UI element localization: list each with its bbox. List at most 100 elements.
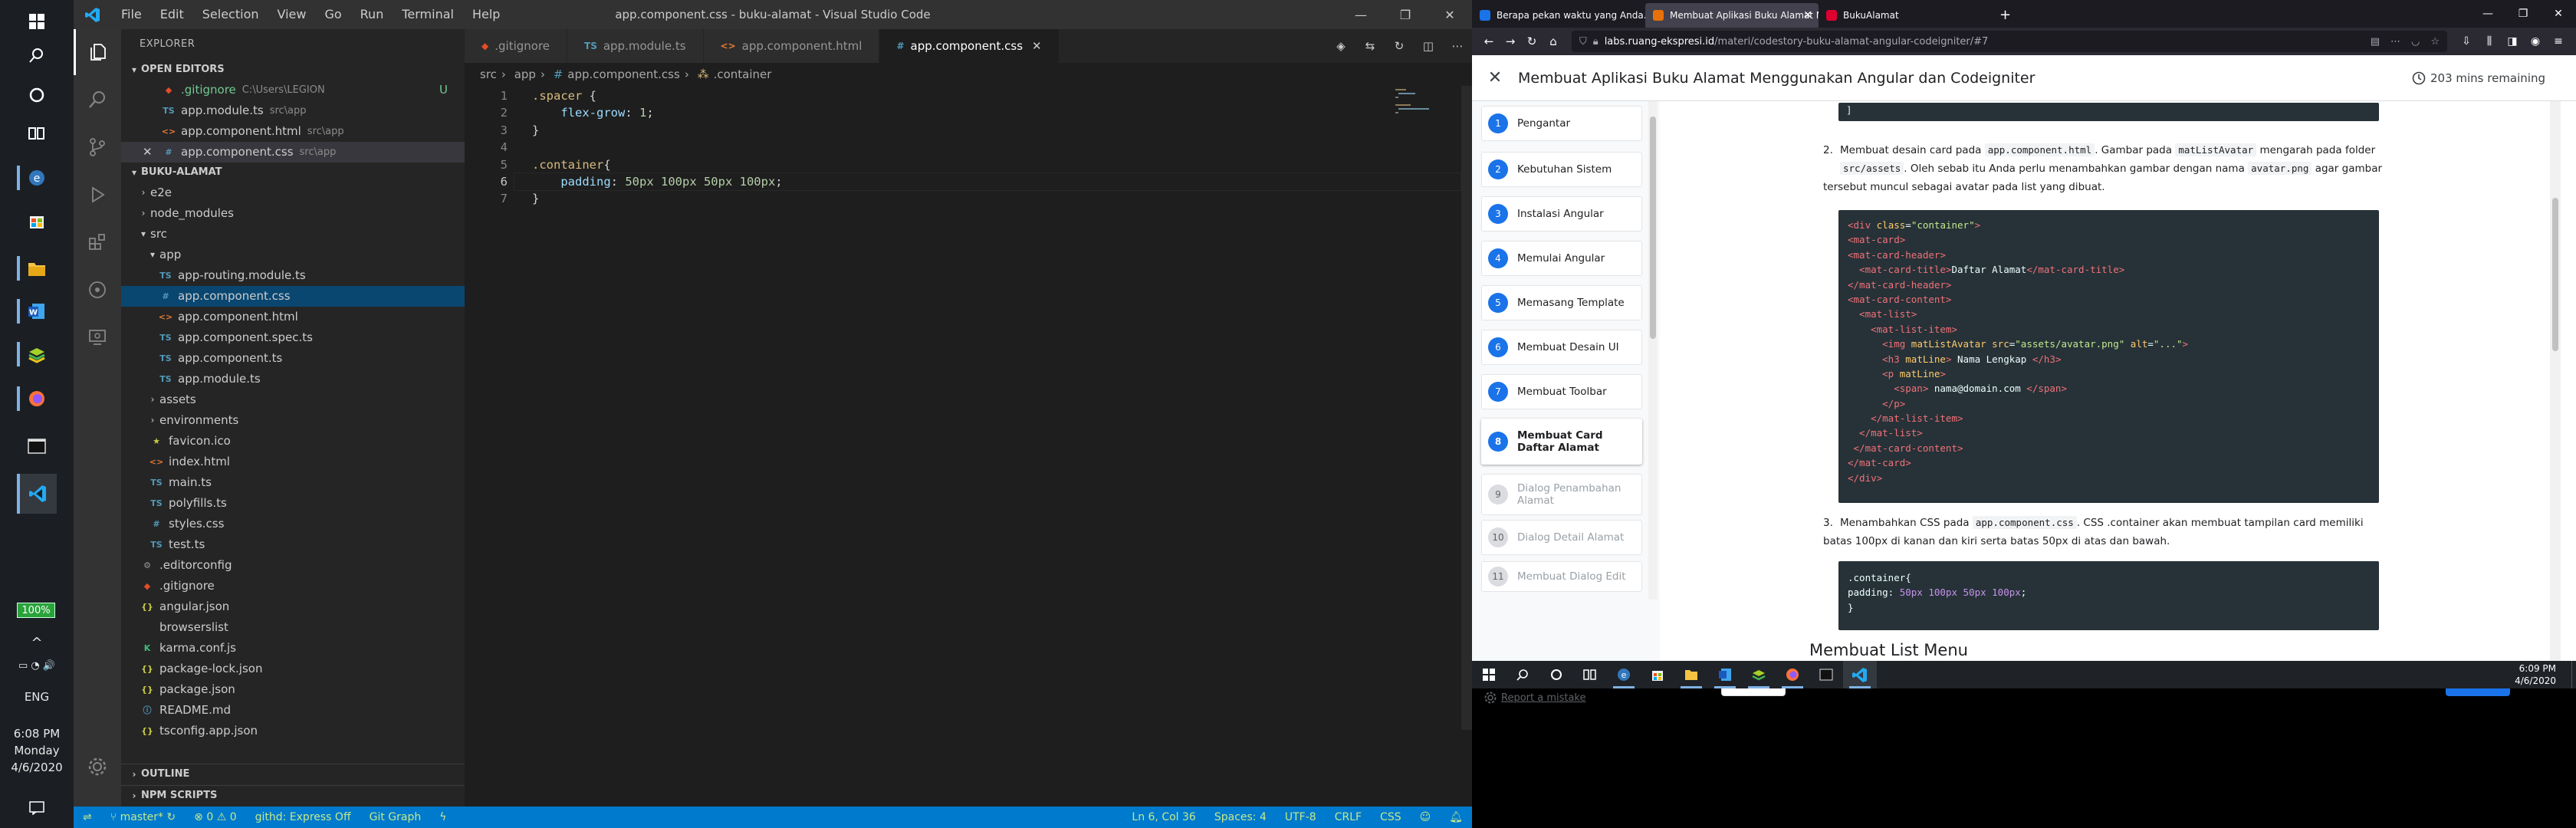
new-tab-button[interactable]: +	[1992, 3, 2019, 28]
tab-app-module[interactable]: TS app.module.ts	[567, 29, 704, 63]
githd-indicator[interactable]: githd: Express Off	[246, 811, 360, 823]
problems-indicator[interactable]: ⊗ 0 ⚠ 0	[185, 811, 245, 823]
firefox-icon[interactable]	[1776, 661, 1809, 688]
code-line[interactable]: flex-grow: 1;	[532, 106, 653, 120]
tree-file[interactable]: ★ favicon.ico	[121, 431, 465, 452]
shield-icon[interactable]: ⛉	[1579, 36, 1587, 48]
open-editor-item[interactable]: TS app.module.ts src\app	[121, 100, 465, 121]
restore-button[interactable]: ❐	[2505, 0, 2541, 28]
git-graph-status[interactable]: Git Graph	[360, 811, 431, 823]
explorer-icon[interactable]	[74, 29, 121, 75]
source-control-icon[interactable]	[74, 124, 121, 170]
account-icon[interactable]: ◉	[2524, 35, 2547, 48]
tree-file[interactable]: {} package.json	[121, 679, 465, 700]
tree-file[interactable]: {} package-lock.json	[121, 659, 465, 679]
store-icon[interactable]	[17, 201, 57, 241]
back-arrow-icon[interactable]: ←	[1478, 34, 1500, 48]
encoding[interactable]: UTF-8	[1276, 811, 1326, 823]
vscode-taskbar-icon[interactable]	[17, 474, 57, 514]
browser-tab[interactable]: Berapa pekan waktu yang Anda...	[1472, 3, 1645, 28]
tree-file[interactable]: Kkarma.conf.js	[121, 638, 465, 659]
breadcrumb-item[interactable]: .container	[714, 67, 772, 81]
bluestacks-icon[interactable]	[17, 334, 57, 374]
search-icon[interactable]	[1506, 661, 1539, 688]
tree-file[interactable]: TS test.ts	[121, 534, 465, 555]
compare-icon[interactable]: ⇆	[1355, 39, 1385, 53]
language-mode[interactable]: CSS	[1371, 811, 1411, 823]
sidebar-icon[interactable]: ◨	[2501, 35, 2524, 48]
remote-indicator[interactable]: ⇌	[74, 811, 101, 823]
minimap[interactable]	[1388, 86, 1472, 132]
browser-tab[interactable]: BukuAlamat	[1819, 3, 1992, 28]
npm-scripts-section[interactable]: › NPM SCRIPTS	[121, 785, 465, 805]
reader-view-icon[interactable]: ▤	[2371, 36, 2380, 48]
tree-file[interactable]: <> app.component.html	[121, 307, 465, 327]
remote-explorer-icon[interactable]	[74, 314, 121, 360]
downloads-icon[interactable]: ⇩	[2455, 35, 2478, 48]
firefox-icon[interactable]	[17, 379, 57, 419]
tree-file[interactable]: TS app-routing.module.ts	[121, 265, 465, 286]
outline-section[interactable]: › OUTLINE	[121, 764, 465, 784]
code-line[interactable]: }	[532, 123, 539, 137]
git-graph-icon[interactable]: ◈	[1326, 39, 1355, 53]
code-line[interactable]: .spacer {	[532, 89, 596, 103]
code-line[interactable]: }	[532, 192, 539, 205]
cortana-icon[interactable]	[1539, 661, 1573, 688]
toc-item-2[interactable]: 2 Kebutuhan Sistem	[1481, 152, 1642, 187]
tree-folder[interactable]: › assets	[121, 389, 465, 410]
word-icon[interactable]	[1708, 661, 1742, 688]
windows-start-icon[interactable]	[1472, 661, 1506, 688]
menu-selection[interactable]: Selection	[193, 0, 268, 29]
tree-file[interactable]: {} tsconfig.app.json	[121, 721, 465, 741]
search-icon[interactable]	[17, 35, 57, 75]
minimize-button[interactable]: —	[1339, 0, 1383, 29]
vscode-taskbar-icon[interactable]	[1843, 661, 1877, 688]
tree-folder[interactable]: ▾ src	[121, 224, 465, 245]
terminal-icon[interactable]	[1809, 661, 1843, 688]
lightning-icon[interactable]: ϟ	[430, 811, 455, 823]
toc-item-5[interactable]: 5 Memasang Template	[1481, 285, 1642, 320]
bookmark-star-icon[interactable]: ☆	[2430, 36, 2440, 48]
report-mistake-link[interactable]: Report a mistake	[1484, 692, 1586, 704]
lock-icon[interactable]: 🔒︎	[1593, 36, 1598, 48]
open-editor-item[interactable]: ◆ .gitignore C:\Users\LEGION U	[121, 80, 465, 100]
close-lab-icon[interactable]: ✕	[1472, 68, 1518, 87]
page-actions-icon[interactable]: ⋯	[2390, 36, 2400, 48]
word-icon[interactable]: W	[17, 291, 57, 331]
file-explorer-icon[interactable]	[1674, 661, 1708, 688]
tree-file[interactable]: TS polyfills.ts	[121, 493, 465, 514]
terminal-icon[interactable]	[17, 426, 57, 466]
tree-file[interactable]: ◆ .gitignore	[121, 576, 465, 596]
tree-file[interactable]: TS app.module.ts	[121, 369, 465, 389]
tab-gitignore[interactable]: ◆ .gitignore	[465, 29, 568, 63]
tree-file[interactable]: {} angular.json	[121, 596, 465, 617]
tree-folder[interactable]: › e2e	[121, 182, 465, 203]
toc-item-8[interactable]: 8 Membuat Card Daftar Alamat	[1481, 419, 1642, 465]
file-explorer-icon[interactable]	[17, 248, 57, 288]
toc-scrollbar[interactable]	[1648, 101, 1658, 600]
tree-folder[interactable]: ▾ app	[121, 245, 465, 265]
editor-scrollbar[interactable]	[1461, 86, 1472, 730]
notifications-bell-icon[interactable]: 🔔︎	[1440, 811, 1472, 823]
edge-icon[interactable]: e	[17, 158, 57, 198]
menu-edit[interactable]: Edit	[151, 0, 193, 29]
search-view-icon[interactable]	[74, 77, 121, 123]
tree-file[interactable]: ⚙ .editorconfig	[121, 555, 465, 576]
close-button[interactable]: ✕	[1428, 0, 1472, 29]
close-tab-icon[interactable]: ✕	[1032, 39, 1042, 53]
clock-time[interactable]: 6:08 PM	[0, 725, 74, 742]
tree-file[interactable]: TS main.ts	[121, 472, 465, 493]
toc-item-7[interactable]: 7 Membuat Toolbar	[1481, 374, 1642, 409]
show-desktop-button[interactable]	[2571, 661, 2576, 688]
toc-item-6[interactable]: 6 Membuat Desain UI	[1481, 330, 1642, 365]
tree-file[interactable]: browserslist	[121, 617, 465, 638]
toc-scroll-thumb[interactable]	[1650, 117, 1656, 339]
breadcrumb-item[interactable]: app.component.css	[567, 67, 680, 81]
toc-item-1[interactable]: 1 Pengantar	[1481, 106, 1642, 141]
tree-file[interactable]: TS app.component.spec.ts	[121, 327, 465, 348]
browser-tab-active[interactable]: Membuat Aplikasi Buku Alamat M... ✕	[1645, 3, 1819, 28]
branch-indicator[interactable]: ⑂ master* ↻	[101, 811, 185, 823]
feedback-icon[interactable]: ☺	[1411, 811, 1441, 823]
settings-gear-icon[interactable]	[74, 744, 121, 790]
close-button[interactable]: ✕	[2541, 0, 2576, 28]
